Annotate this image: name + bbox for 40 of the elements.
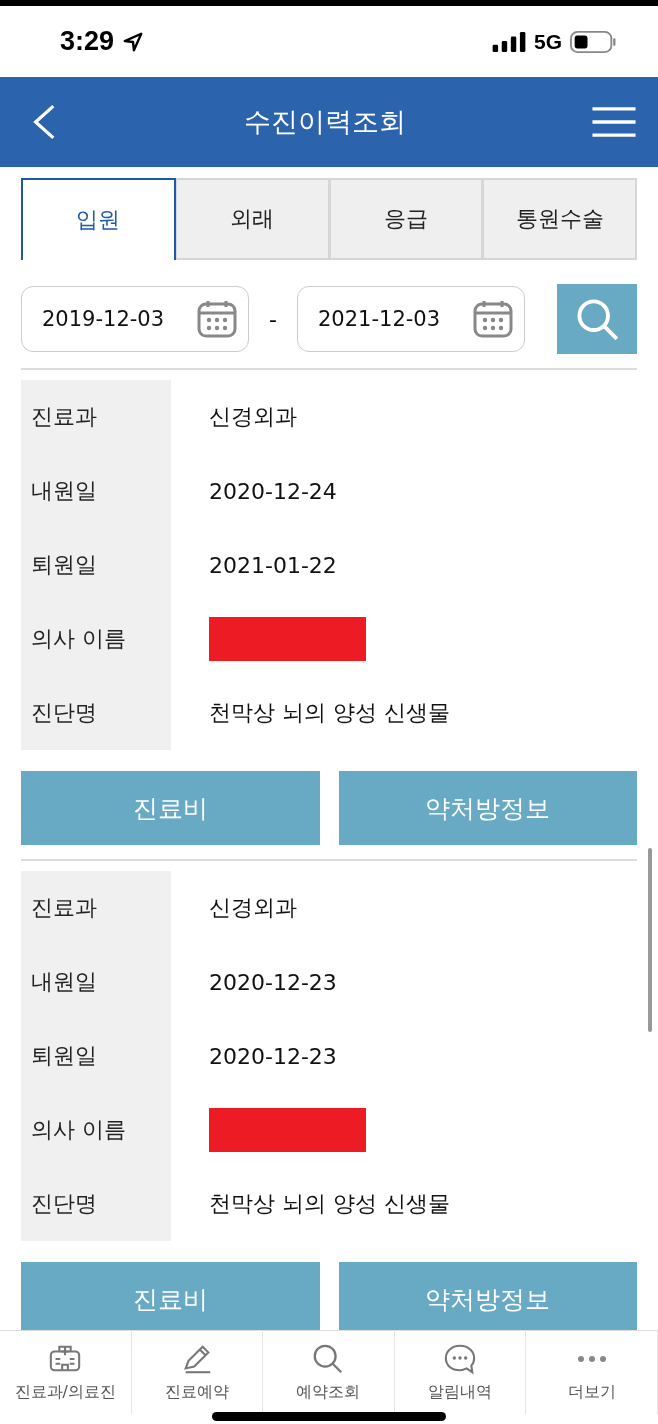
tab[interactable]: 응급 bbox=[329, 178, 484, 260]
field-label: 내원일 bbox=[30, 477, 98, 505]
tab[interactable]: 입원 bbox=[21, 178, 176, 260]
more-icon bbox=[576, 1355, 607, 1363]
search-icon bbox=[575, 297, 619, 341]
page-title: 수진이력조회 bbox=[244, 105, 406, 139]
field-label: 의사 이름 bbox=[30, 1116, 127, 1144]
location-arrow-icon bbox=[122, 30, 145, 53]
date-separator: - bbox=[268, 306, 278, 332]
date-field[interactable]: 2019-12-03 bbox=[21, 286, 249, 352]
tab[interactable]: 외래 bbox=[175, 178, 330, 260]
field-label: 진단명 bbox=[30, 699, 98, 727]
search-button[interactable] bbox=[557, 284, 637, 354]
network-label: 5G bbox=[534, 29, 562, 54]
calendar-icon[interactable] bbox=[472, 299, 514, 339]
field-value: 신경외과 bbox=[209, 894, 297, 922]
field-value: 2021-01-22 bbox=[209, 552, 337, 578]
field-label: 퇴원일 bbox=[30, 1042, 98, 1070]
field-value: 2020-12-24 bbox=[209, 478, 337, 504]
battery-icon bbox=[570, 30, 616, 53]
field-label: 진단명 bbox=[30, 1190, 98, 1218]
tab[interactable]: 통원수술 bbox=[483, 178, 637, 260]
field-value: 2020-12-23 bbox=[209, 1043, 337, 1069]
field-label: 진료과 bbox=[30, 894, 98, 922]
field-label: 진료과 bbox=[30, 403, 98, 431]
date-field[interactable]: 2021-12-03 bbox=[297, 286, 525, 352]
field-value: 천막상 뇌의 양성 신생물 bbox=[209, 1190, 450, 1218]
field-value: 천막상 뇌의 양성 신생물 bbox=[209, 699, 450, 727]
menu-icon[interactable] bbox=[592, 107, 636, 137]
nav-tab[interactable]: 진료과/의료진 bbox=[0, 1331, 132, 1414]
field-label: 내원일 bbox=[30, 968, 98, 996]
calendar-icon[interactable] bbox=[196, 299, 238, 339]
field-label: 의사 이름 bbox=[30, 625, 127, 653]
signal-icon bbox=[492, 31, 526, 52]
status-time: 3:29 bbox=[60, 26, 115, 57]
nav-tab[interactable]: 더보기 bbox=[526, 1331, 658, 1414]
field-value: 신경외과 bbox=[209, 403, 297, 431]
chat-bubble-icon bbox=[443, 1342, 478, 1376]
field-label: 퇴원일 bbox=[30, 551, 98, 579]
field-value: 2020-12-23 bbox=[209, 969, 337, 995]
